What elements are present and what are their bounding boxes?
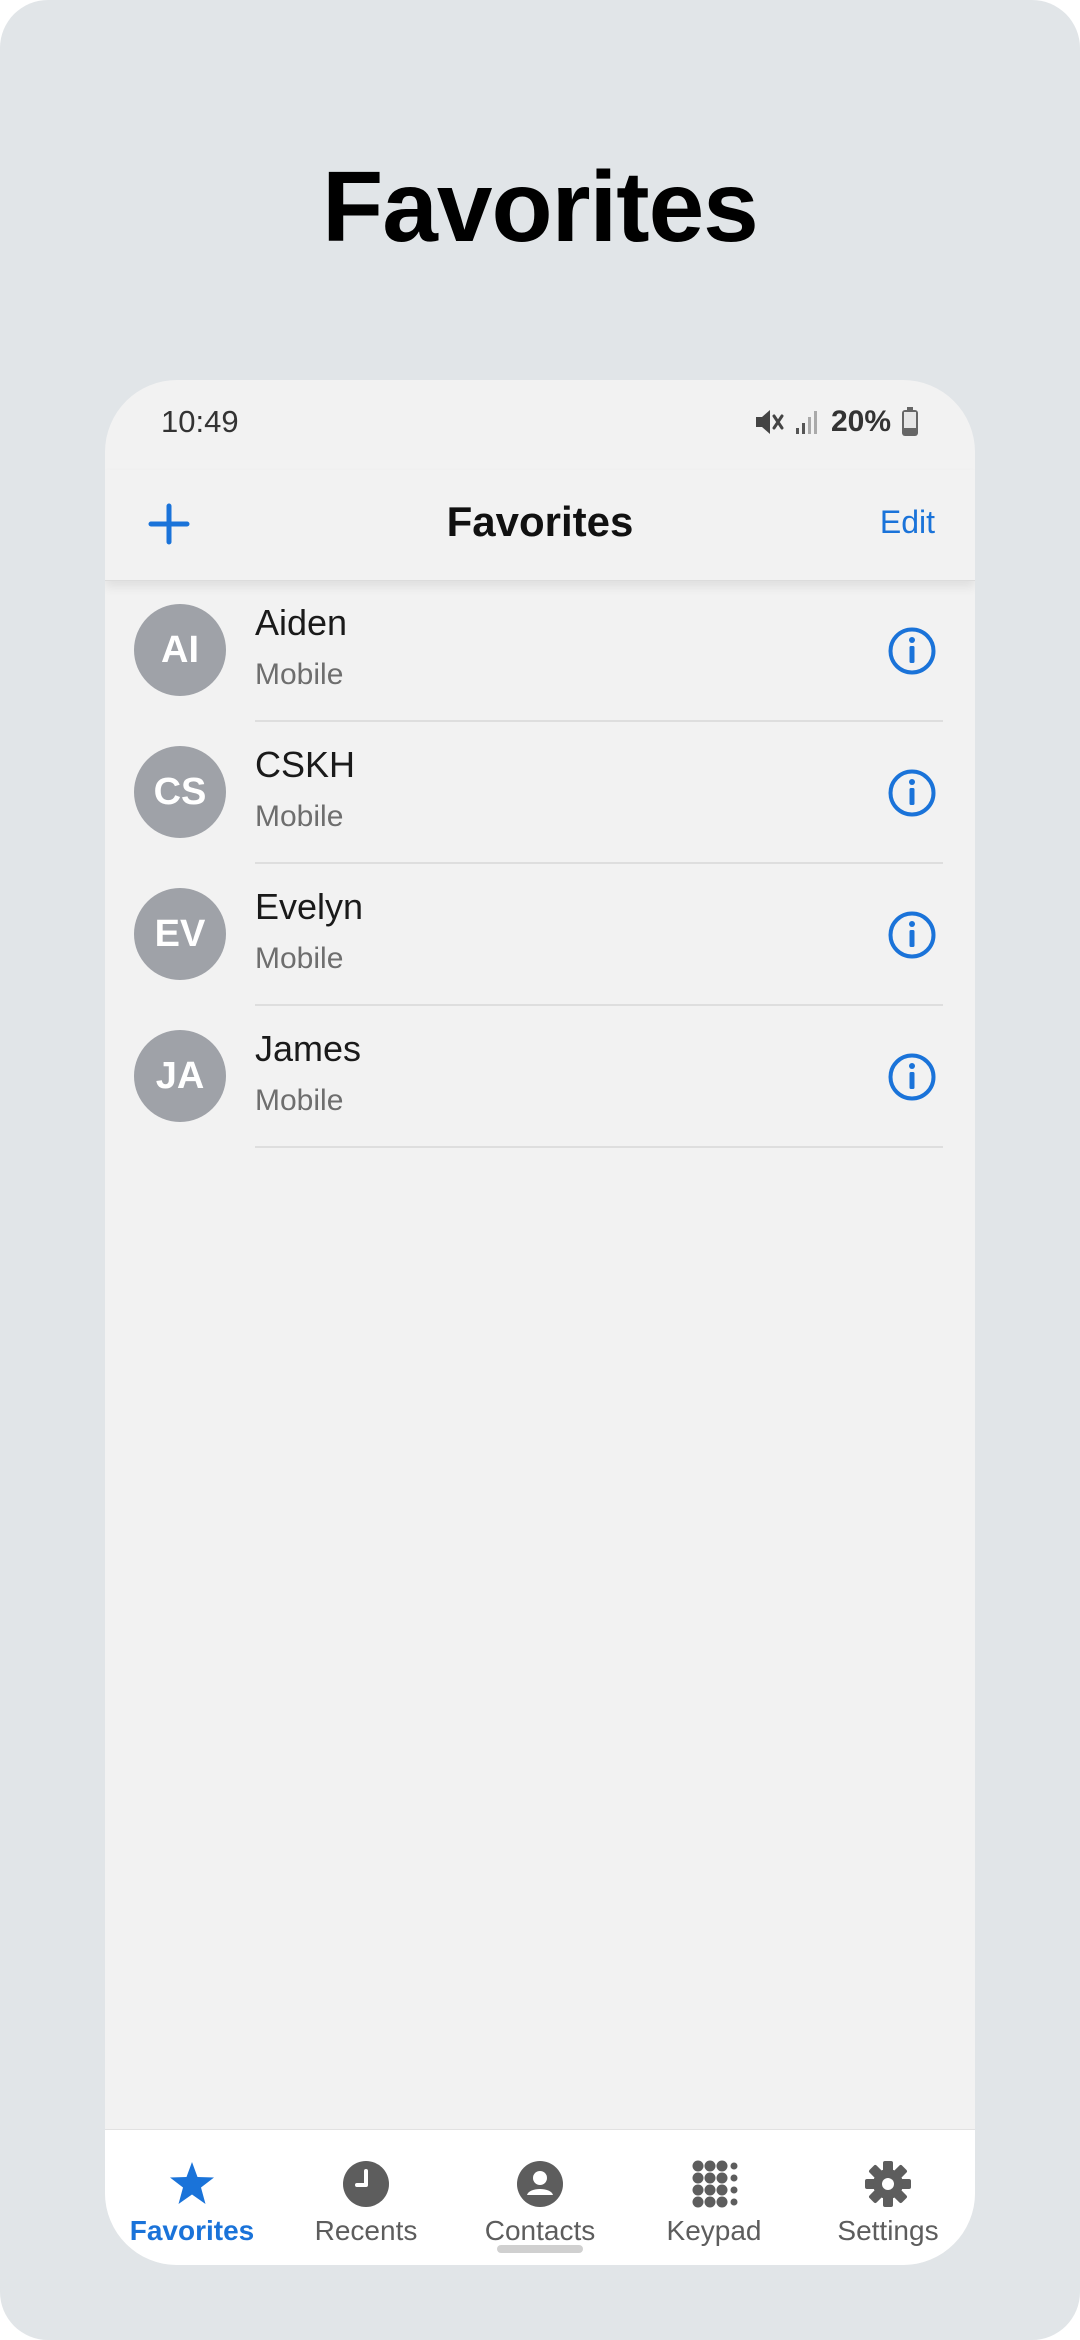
contact-name: CSKH xyxy=(255,744,356,785)
list-item[interactable]: EV Evelyn Mobile xyxy=(105,864,975,1006)
clock-icon xyxy=(342,2160,390,2208)
list-item[interactable]: JA James Mobile xyxy=(105,1006,975,1148)
edit-button[interactable]: Edit xyxy=(880,504,935,541)
tab-label: Contacts xyxy=(484,2215,596,2246)
avatar: AI xyxy=(134,604,226,696)
tab-bar: Favorites Recents Contacts Keypad Settin… xyxy=(105,2129,975,2265)
home-indicator[interactable] xyxy=(497,2245,583,2253)
avatar: JA xyxy=(134,1030,226,1122)
tab-settings[interactable]: Settings xyxy=(801,2130,975,2265)
star-icon xyxy=(168,2160,216,2208)
signal-icon xyxy=(795,409,821,435)
status-time: 10:49 xyxy=(161,404,239,439)
nav-title: Favorites xyxy=(446,498,634,545)
tab-label: Settings xyxy=(837,2215,939,2246)
contact-type: Mobile xyxy=(255,658,344,691)
canvas: Favorites 10:49 20% Favorites Edit AI Ai… xyxy=(0,0,1080,2340)
avatar: CS xyxy=(134,746,226,838)
tab-label: Recents xyxy=(314,2215,418,2246)
contact-name: Evelyn xyxy=(255,886,364,927)
contact-name: Aiden xyxy=(255,602,348,643)
person-icon xyxy=(516,2160,564,2208)
tab-label: Keypad xyxy=(666,2215,762,2246)
battery-icon xyxy=(901,407,919,437)
mute-icon xyxy=(753,407,785,437)
tab-recents[interactable]: Recents xyxy=(279,2130,453,2265)
tab-favorites[interactable]: Favorites xyxy=(105,2130,279,2265)
status-icons: 20% xyxy=(753,402,919,442)
battery-percent: 20% xyxy=(830,405,891,438)
keypad-icon xyxy=(690,2160,738,2208)
contact-type: Mobile xyxy=(255,942,344,975)
favorites-list: AI Aiden Mobile CS CSKH Mobile EV Evelyn… xyxy=(105,580,975,1148)
avatar: EV xyxy=(134,888,226,980)
status-bar: 10:49 20% xyxy=(105,380,975,470)
list-item[interactable]: AI Aiden Mobile xyxy=(105,580,975,722)
contact-type: Mobile xyxy=(255,800,344,833)
info-icon[interactable] xyxy=(887,910,937,960)
list-item[interactable]: CS CSKH Mobile xyxy=(105,722,975,864)
tab-keypad[interactable]: Keypad xyxy=(627,2130,801,2265)
nav-bar: Favorites Edit xyxy=(105,470,975,581)
tab-label: Favorites xyxy=(129,2215,255,2246)
phone-screen: 10:49 20% Favorites Edit AI Aiden Mobile… xyxy=(105,380,975,2265)
info-icon[interactable] xyxy=(887,626,937,676)
divider xyxy=(255,1146,943,1148)
contact-name: James xyxy=(255,1028,362,1069)
page-heading: Favorites xyxy=(322,151,759,263)
info-icon[interactable] xyxy=(887,1052,937,1102)
info-icon[interactable] xyxy=(887,768,937,818)
gear-icon xyxy=(864,2160,912,2208)
contact-type: Mobile xyxy=(255,1084,344,1117)
